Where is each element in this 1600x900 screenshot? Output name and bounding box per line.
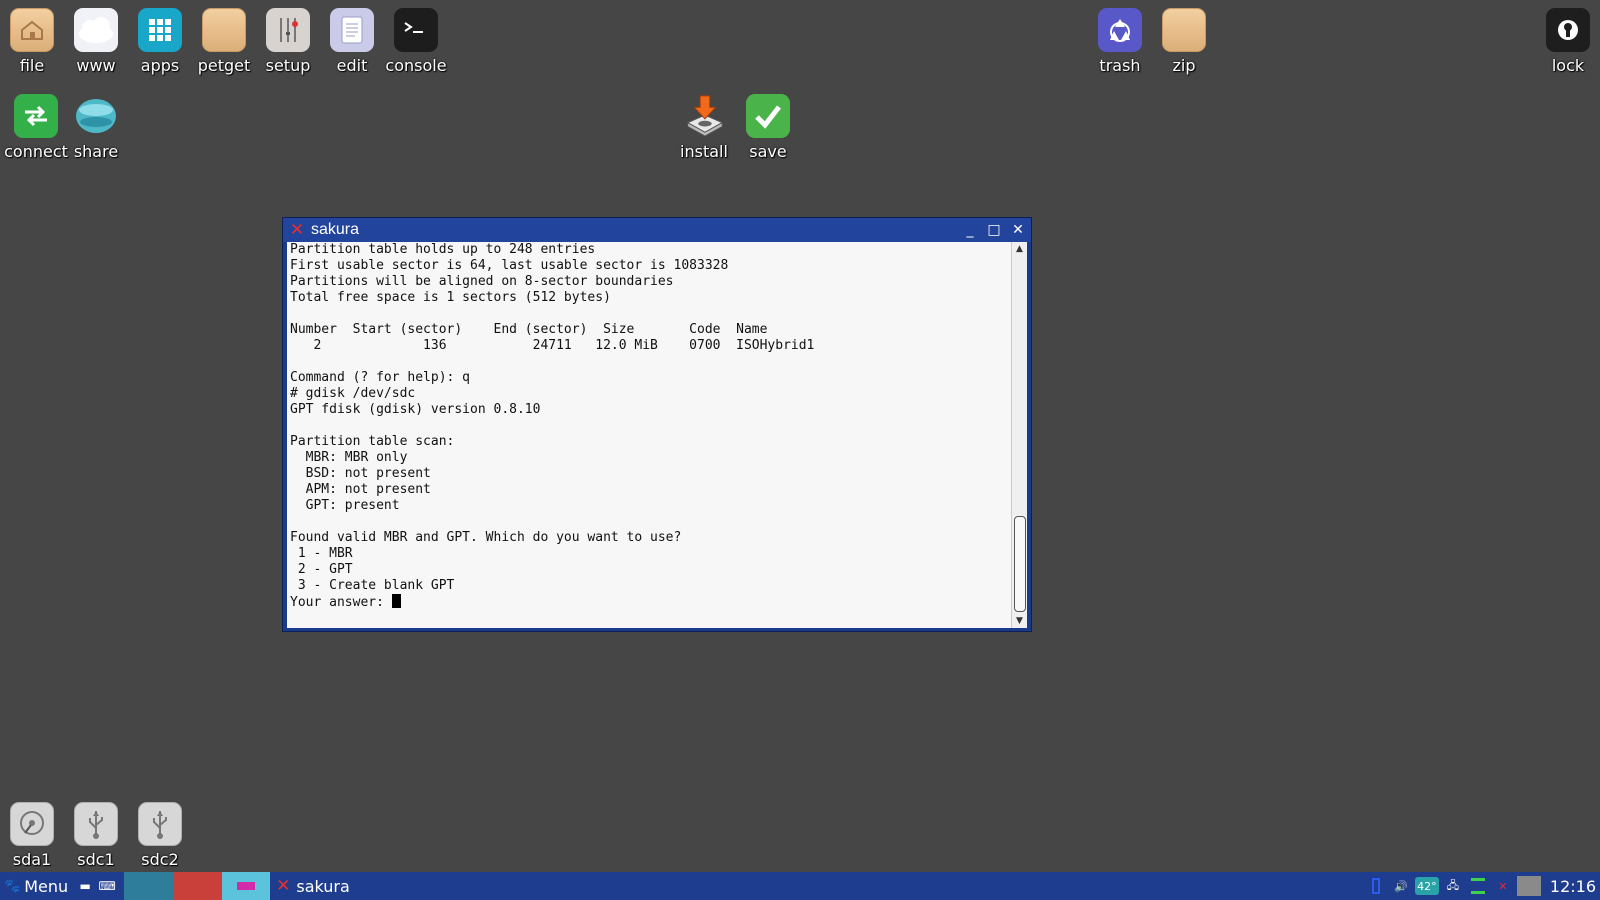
desktop-icon-petget[interactable]: petget (192, 0, 256, 80)
workspace-1[interactable] (124, 872, 175, 900)
window-title: sakura (311, 221, 360, 238)
desktop-icon-connect[interactable]: connect (4, 86, 68, 166)
desktop-icon-label: www (76, 56, 116, 75)
taskbar: 🐾 Menu ▬ ⌨ ✕ sakura 🔊 42° 🖧 ✕ 12:16 (0, 872, 1600, 900)
firewall-icon[interactable]: ✕ (1492, 876, 1514, 896)
recycle-icon (1098, 8, 1142, 52)
desktop-icon-label: connect (4, 142, 68, 161)
desktop-icon-sdc2[interactable]: sdc2 (128, 794, 192, 874)
sakura-app-icon: ✕ (276, 876, 291, 896)
folder-icon (202, 8, 246, 52)
desktop-icon-install[interactable]: install (672, 86, 736, 166)
desktop-icon-label: console (385, 56, 447, 75)
terminal-prompt-line[interactable]: Your answer: (287, 594, 1011, 611)
desktop-icon-label: file (19, 56, 45, 75)
workspace-3[interactable] (222, 872, 271, 900)
desktop-icon-label: setup (265, 56, 311, 75)
signal-icon[interactable] (1467, 876, 1489, 896)
desktop-icon-sda1[interactable]: sda1 (0, 794, 64, 874)
terminal-text: Partition table holds up to 248 entries … (290, 242, 815, 593)
desktop-icon-share[interactable]: share (64, 86, 128, 166)
menu-button[interactable]: 🐾 Menu (0, 872, 74, 900)
desktop-icon-save[interactable]: save (736, 86, 800, 166)
system-tray: 🔊 42° 🖧 ✕ 12:16 (1365, 872, 1600, 900)
desktop-icon-label: lock (1551, 56, 1585, 75)
folder-icon (1162, 8, 1206, 52)
desktop-icon-label: petget (197, 56, 251, 75)
desktop-icon-label: edit (336, 56, 368, 75)
desktop-icon-label: sdc2 (141, 850, 179, 869)
desktop-icon-label: install (680, 142, 728, 161)
globe-icon (74, 94, 118, 138)
desktop-icon-label: zip (1172, 56, 1196, 75)
terminal-window[interactable]: ✕ sakura _ □ ✕ Partition table holds up … (282, 217, 1032, 632)
cloud-icon (74, 8, 118, 52)
terminal-output[interactable]: Partition table holds up to 248 entries … (287, 242, 1011, 628)
text-cursor (391, 594, 401, 608)
desktop-icon-console[interactable]: console (384, 0, 448, 80)
task-label: sakura (296, 876, 350, 896)
window-preview-icon (237, 882, 256, 890)
scroll-up-arrow-icon[interactable]: ▲ (1012, 242, 1027, 256)
sliders-icon (266, 8, 310, 52)
temperature-badge[interactable]: 42° (1414, 877, 1439, 895)
keyboard-icon[interactable]: ⌨ (96, 876, 118, 896)
scroll-down-arrow-icon[interactable]: ▼ (1012, 614, 1027, 628)
desktop-icon-edit[interactable]: edit (320, 0, 384, 80)
keyhole-icon (1546, 8, 1590, 52)
desktop-icon-zip[interactable]: zip (1152, 0, 1216, 80)
network-icon[interactable]: 🖧 (1442, 876, 1464, 896)
minimize-button[interactable]: _ (963, 222, 977, 238)
usb-icon (138, 802, 182, 846)
terminal-icon (394, 8, 438, 52)
desktop-icon-label: trash (1099, 56, 1141, 75)
checkmark-icon (746, 94, 790, 138)
menu-logo-icon: 🐾 (4, 878, 21, 894)
maximize-button[interactable]: □ (987, 222, 1001, 238)
terminal-scrollbar[interactable]: ▲ ▼ (1011, 242, 1027, 628)
desktop-icon-trash[interactable]: trash (1088, 0, 1152, 80)
grid-icon (138, 8, 182, 52)
taskbar-task-sakura[interactable]: ✕ sakura (270, 872, 350, 900)
close-button[interactable]: ✕ (1011, 222, 1025, 238)
desktop-icon-label: sda1 (12, 850, 52, 869)
battery-icon[interactable] (1365, 876, 1387, 896)
home-folder-icon (10, 8, 54, 52)
desktop-icon-label: sdc1 (77, 850, 115, 869)
window-titlebar[interactable]: ✕ sakura _ □ ✕ (283, 218, 1031, 242)
desktop-icon-setup[interactable]: setup (256, 0, 320, 80)
hard-drive-icon (10, 802, 54, 846)
install-icon (682, 94, 726, 138)
volume-icon[interactable]: 🔊 (1390, 876, 1412, 896)
desktop-icon-sdc1[interactable]: sdc1 (64, 794, 128, 874)
power-icon[interactable] (1516, 876, 1541, 896)
document-icon (330, 8, 374, 52)
desktop-icon-file[interactable]: file (0, 0, 64, 80)
clock[interactable]: 12:16 (1544, 877, 1600, 896)
workspace-2[interactable] (174, 872, 223, 900)
desktop-icon-label: save (749, 142, 787, 161)
desktop-icon-label: share (73, 142, 119, 161)
desktop-icon-lock[interactable]: lock (1536, 0, 1600, 80)
usb-icon (74, 802, 118, 846)
desktop-icon-apps[interactable]: apps (128, 0, 192, 80)
show-desktop-icon[interactable]: ▬ (74, 876, 96, 896)
menu-label: Menu (24, 876, 69, 896)
arrows-icon (14, 94, 58, 138)
terminal-prompt: Your answer: (290, 595, 392, 610)
desktop-icon-www[interactable]: www (64, 0, 128, 80)
desktop-icon-label: apps (140, 56, 180, 75)
scrollbar-thumb[interactable] (1014, 516, 1026, 612)
sakura-app-icon: ✕ (289, 220, 305, 240)
